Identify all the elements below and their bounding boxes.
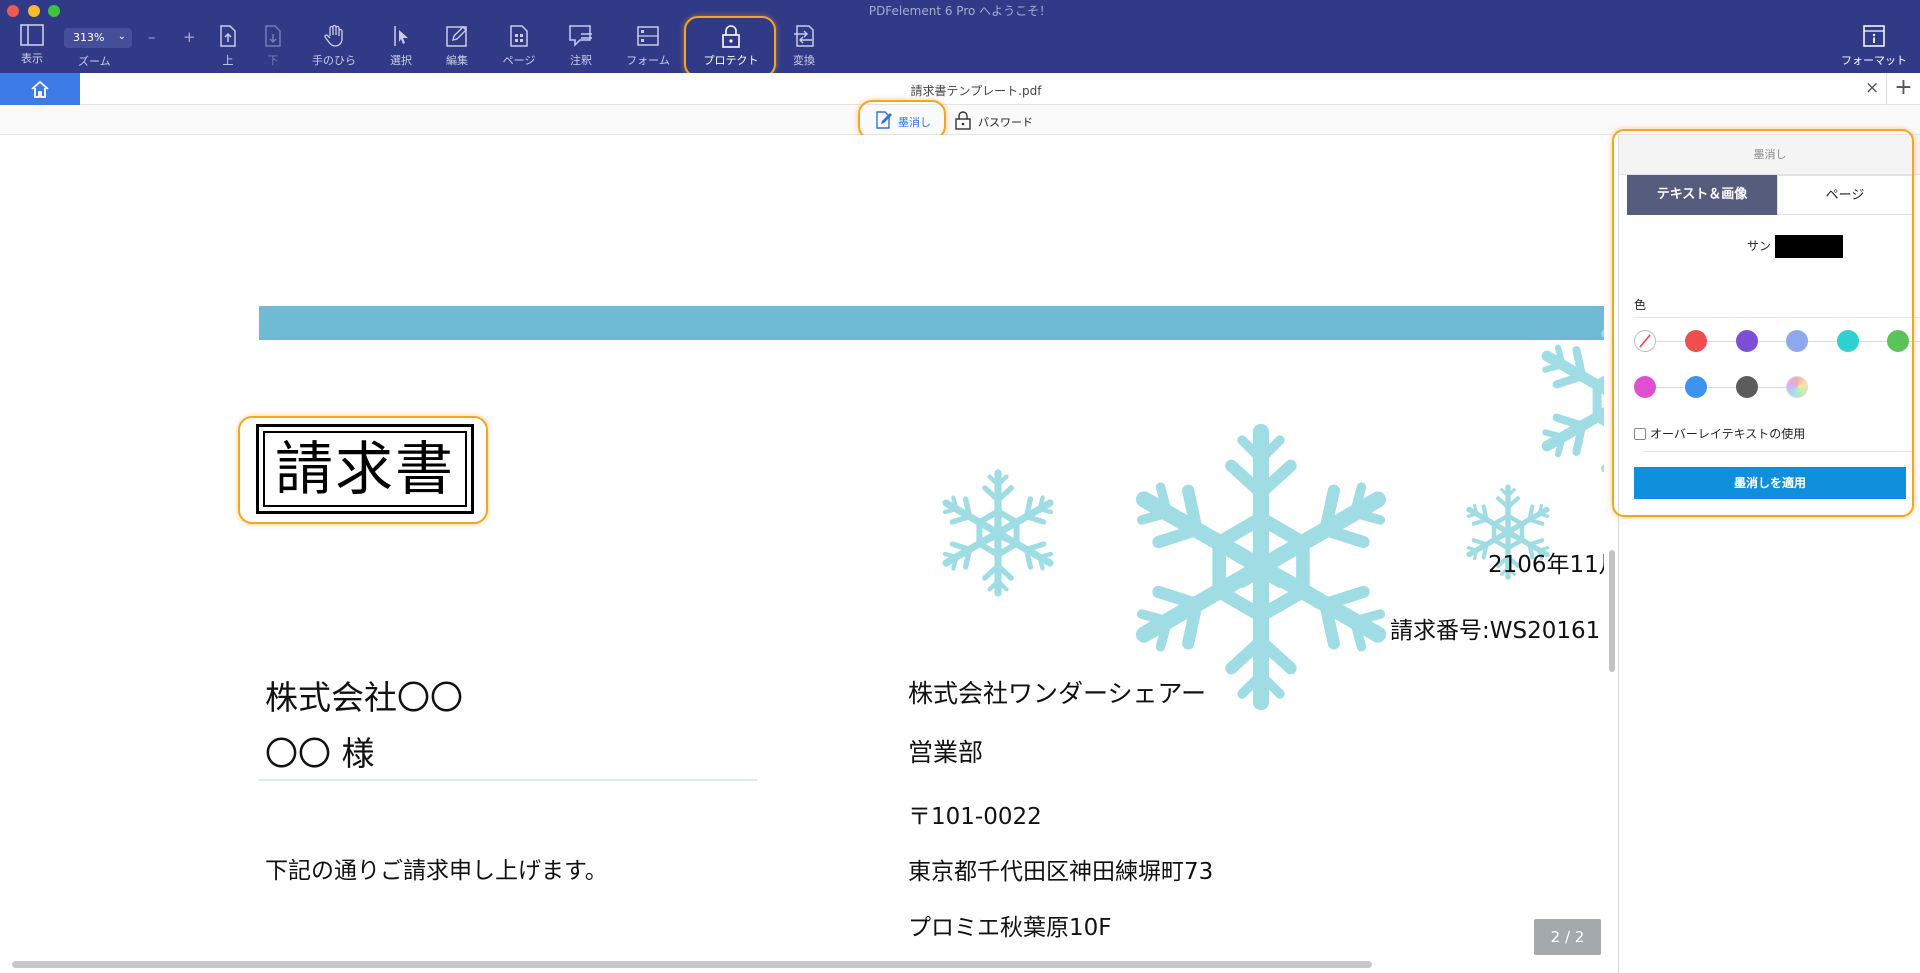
info-panel-icon — [1863, 25, 1885, 47]
convert-tool-label: 変換 — [793, 54, 815, 67]
app-title: PDFelement 6 Pro へようこそ！ — [868, 4, 1052, 18]
redact-button[interactable]: 墨消し — [874, 110, 938, 130]
color-magenta-swatch[interactable] — [1634, 376, 1656, 398]
sender-building: プロミエ秋葉原10F — [908, 915, 1112, 941]
page-tool-label: ページ — [502, 54, 536, 67]
color-purple-swatch[interactable] — [1736, 330, 1758, 352]
password-label: パスワード — [978, 116, 1033, 129]
client-divider — [259, 779, 757, 781]
page-tool-button[interactable]: ページ — [487, 24, 551, 70]
close-tab-button[interactable]: × — [1865, 78, 1879, 98]
color-gray-swatch[interactable] — [1736, 376, 1758, 398]
zoom-in-button[interactable]: + — [183, 28, 196, 46]
apply-redaction-button[interactable]: 墨消しを適用 — [1634, 467, 1906, 499]
no-color-icon — [1639, 334, 1651, 348]
comment-icon — [569, 25, 592, 47]
page-grid-icon — [510, 25, 528, 47]
form-icon — [637, 26, 659, 46]
cursor-icon — [394, 26, 408, 46]
overlay-text-checkbox[interactable] — [1634, 428, 1646, 440]
document-tab-title[interactable]: 請求書テンプレート.pdf — [0, 82, 1920, 99]
hand-tool-label: 手のひら — [312, 54, 356, 67]
document-canvas[interactable]: 請求書 2106年11月 請求番号:WS20161 株式会社〇〇 〇〇 様 下記… — [0, 135, 1604, 973]
hand-icon — [324, 24, 343, 47]
sample-label: サン — [1747, 239, 1772, 253]
color-picker-swatch[interactable] — [1786, 376, 1808, 398]
panel-divider — [1643, 451, 1913, 452]
invoice-heading: 請求書 — [256, 424, 474, 514]
intro-text: 下記の通りご請求申し上げます。 — [265, 858, 608, 884]
view-tool-button[interactable]: 表示 — [0, 24, 64, 70]
page-down-button[interactable]: 下 — [241, 24, 305, 70]
convert-icon — [794, 25, 814, 47]
invoice-number: 請求番号:WS20161 — [1390, 618, 1601, 644]
color-row-line — [1645, 387, 1805, 388]
main-toolbar: PDFelement 6 Pro へようこそ！ 表示 313% ⌄ ズーム – … — [0, 0, 1920, 78]
zoom-out-button[interactable]: – — [148, 28, 156, 46]
page-down-label: 下 — [267, 54, 279, 67]
padlock-icon — [955, 111, 971, 130]
chevron-down-icon: ⌄ — [117, 31, 126, 42]
sender-department: 営業部 — [908, 738, 984, 767]
form-tool-button[interactable]: フォーム — [616, 24, 680, 70]
document-tab-bar: 請求書テンプレート.pdf × + — [0, 73, 1920, 105]
color-blue-swatch[interactable] — [1685, 376, 1707, 398]
client-honorific: 〇〇 様 — [265, 734, 375, 773]
page-up-icon — [220, 25, 236, 47]
sender-zip: 〒101-0022 — [908, 804, 1042, 830]
snowflake-decoration-icon — [0, 135, 1604, 973]
format-panel-button[interactable]: フォーマット — [1834, 24, 1914, 70]
add-tab-button[interactable]: + — [1886, 73, 1920, 105]
horizontal-scrollbar[interactable] — [12, 961, 1372, 968]
comment-tool-button[interactable]: 注釈 — [549, 24, 613, 70]
edit-tool-button[interactable]: 編集 — [425, 24, 489, 70]
protect-subtoolbar: 墨消し パスワード — [0, 100, 1920, 140]
format-panel-label: フォーマット — [1841, 54, 1907, 67]
password-button[interactable]: パスワード — [954, 110, 1044, 130]
sender-company: 株式会社ワンダーシェアー — [908, 679, 1207, 708]
client-company: 株式会社〇〇 — [265, 678, 463, 717]
form-tool-label: フォーム — [626, 54, 670, 67]
tab-text-image[interactable]: テキスト＆画像 — [1627, 175, 1777, 215]
redact-mode-tabs: テキスト＆画像 ページ — [1623, 175, 1917, 215]
invoice-heading-text: 請求書 — [263, 431, 467, 507]
edit-tool-label: 編集 — [446, 54, 468, 67]
color-red-swatch[interactable] — [1685, 330, 1707, 352]
tab-page[interactable]: ページ — [1777, 175, 1913, 215]
page-indicator: 2 / 2 — [1534, 919, 1601, 955]
lock-icon — [722, 25, 740, 48]
select-tool-label: 選択 — [390, 54, 412, 67]
color-label: 色 — [1634, 298, 1647, 312]
protect-tool-button[interactable]: プロテクト — [699, 24, 763, 70]
view-tool-label: 表示 — [21, 52, 43, 65]
comment-tool-label: 注釈 — [570, 54, 592, 67]
overlay-text-option[interactable]: オーバーレイテキストの使用 — [1634, 425, 1805, 442]
invoice-date: 2106年11月 — [1488, 552, 1604, 578]
zoom-select[interactable]: 313% ⌄ — [64, 28, 132, 48]
color-divider — [1634, 317, 1920, 318]
select-tool-button[interactable]: 選択 — [369, 24, 433, 70]
convert-tool-button[interactable]: 変換 — [772, 24, 836, 70]
color-teal-swatch[interactable] — [1837, 330, 1859, 352]
redact-icon — [876, 111, 892, 129]
edit-icon — [446, 26, 467, 47]
redact-panel: 墨消し テキスト＆画像 ページ サン 色 オーバーレイテキストの使用 墨消しを適… — [1618, 135, 1920, 973]
color-green-swatch[interactable] — [1887, 330, 1909, 352]
overlay-text-label: オーバーレイテキストの使用 — [1650, 427, 1806, 441]
redact-label: 墨消し — [898, 116, 931, 129]
zoom-label: ズーム — [78, 55, 111, 68]
zoom-value: 313% — [73, 31, 105, 44]
color-none-swatch[interactable] — [1634, 330, 1656, 352]
hand-tool-button[interactable]: 手のひら — [302, 24, 366, 70]
vertical-scrollbar[interactable] — [1609, 550, 1615, 672]
sidebar-toggle-icon — [20, 24, 44, 46]
protect-tool-label: プロテクト — [703, 54, 759, 67]
color-light-blue-swatch[interactable] — [1786, 330, 1808, 352]
panel-title: 墨消し — [1619, 135, 1920, 175]
page-down-icon — [265, 25, 281, 47]
sender-address: 東京都千代田区神田練塀町73 — [908, 859, 1214, 885]
redaction-sample-swatch — [1775, 235, 1843, 258]
